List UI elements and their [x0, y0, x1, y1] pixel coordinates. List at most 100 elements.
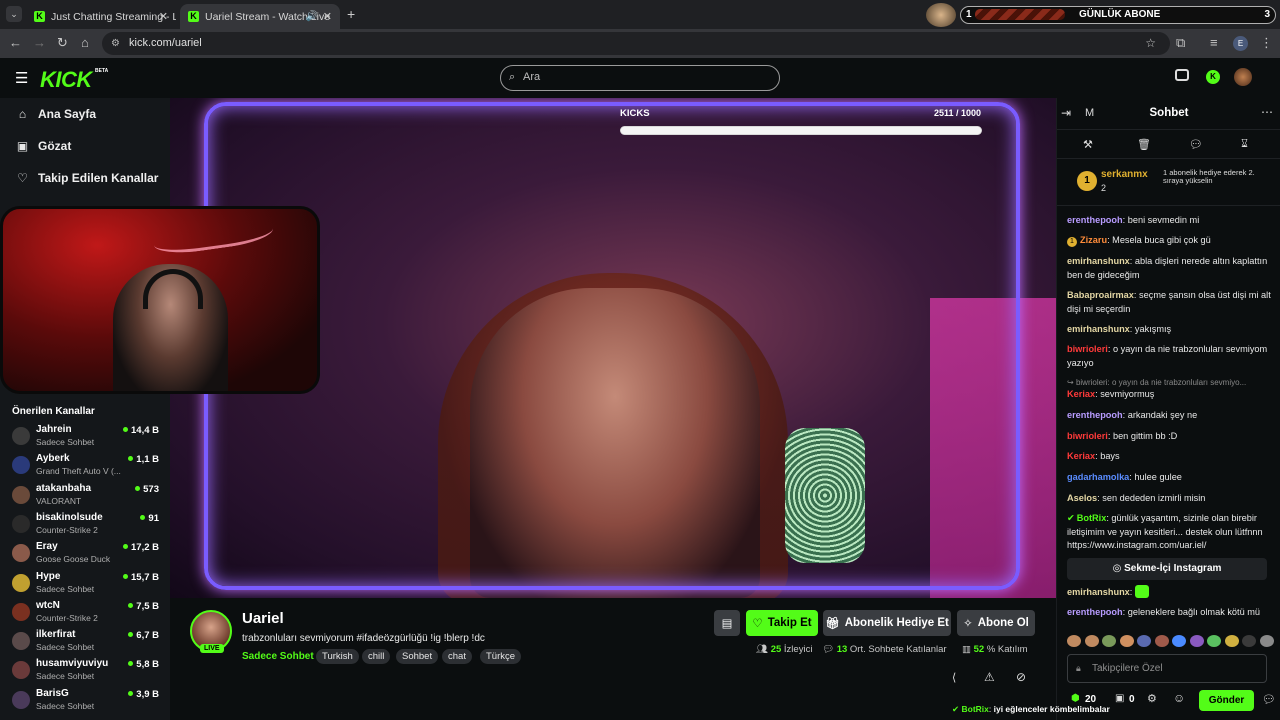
- emote-icon[interactable]: [1154, 635, 1169, 647]
- back-arrow-icon[interactable]: ←: [9, 35, 22, 50]
- chat-username[interactable]: gadarhamolka: [1067, 472, 1129, 482]
- extensions-puzzle-icon[interactable]: ⧉: [1176, 35, 1185, 51]
- hamburger-menu-icon[interactable]: ☰: [15, 69, 28, 87]
- chat-input[interactable]: 🔒︎ Takipçilere Özel: [1067, 654, 1267, 683]
- tab-close-icon[interactable]: ✕: [323, 10, 332, 23]
- chat-username[interactable]: Aselos: [1067, 493, 1097, 503]
- report-icon[interactable]: ⚠: [984, 670, 995, 684]
- chat-username[interactable]: erenthepooh: [1067, 215, 1123, 225]
- chat-username[interactable]: BotRix: [1077, 513, 1107, 523]
- chat-username[interactable]: emirhanshunx: [1067, 324, 1130, 334]
- emote-picker-icon[interactable]: ☺: [1173, 691, 1185, 705]
- emote-icon[interactable]: [1067, 635, 1081, 647]
- recommended-channel[interactable]: ilkerfirat Sadece Sohbet 6,7 B: [10, 628, 170, 657]
- home-icon[interactable]: ⌂: [81, 35, 89, 50]
- emote-icon[interactable]: [1259, 635, 1274, 647]
- channel-name: BarisG: [36, 687, 69, 699]
- gift-sub-button[interactable]: 🎁︎ Abonelik Hediye Et: [823, 610, 951, 636]
- follow-button[interactable]: ♡ Takip Et: [746, 610, 818, 636]
- stream-category[interactable]: Sadece Sohbet: [242, 651, 314, 662]
- drops-icon[interactable]: [1175, 69, 1189, 81]
- reload-icon[interactable]: ↻: [57, 35, 68, 51]
- chat-username[interactable]: erenthepooh: [1067, 410, 1123, 420]
- points-icon: ⬢: [1071, 693, 1080, 704]
- recommended-channel[interactable]: Jahrein Sadece Sohbet 14,4 B: [10, 423, 170, 452]
- tag-chip[interactable]: Turkish: [316, 649, 359, 664]
- recommended-channel[interactable]: husamviyuviyu Sadece Sohbet 5,8 B: [10, 657, 170, 686]
- chat-username[interactable]: erenthepooh: [1067, 607, 1123, 617]
- chat-username[interactable]: biwrioleri: [1067, 344, 1108, 354]
- emote-icon[interactable]: [1172, 635, 1186, 647]
- recommended-channel[interactable]: BarisG Sadece Sohbet 3,9 B: [10, 687, 170, 716]
- sidebar-item-browse[interactable]: ▣ Gözat: [16, 139, 72, 153]
- bot-text: iyi eğlenceler kömbelimbalar: [993, 704, 1110, 714]
- channel-name: husamviyuviyu: [36, 658, 109, 670]
- chat-bubble-icon[interactable]: 💬︎: [1189, 138, 1203, 151]
- emote-icon[interactable]: [1137, 635, 1151, 647]
- emote-icon[interactable]: [1242, 635, 1256, 647]
- trash-icon[interactable]: 🗑︎: [1137, 138, 1151, 151]
- emote-icon[interactable]: [1119, 635, 1134, 647]
- bookmark-star-icon[interactable]: ☆: [1145, 32, 1156, 55]
- mod-hammer-icon[interactable]: ⚒: [1083, 138, 1093, 151]
- chat-username[interactable]: Babaproairmax: [1067, 290, 1134, 300]
- emote-icon[interactable]: [1207, 635, 1221, 647]
- gift-icon[interactable]: ▣: [1115, 693, 1124, 704]
- recommended-channel[interactable]: Hype Sadece Sohbet 15,7 B: [10, 570, 170, 599]
- theater-mode-button[interactable]: ▤: [714, 610, 740, 636]
- subscribe-button[interactable]: ✧ Abone Ol: [957, 610, 1035, 636]
- browser-tab-uariel[interactable]: K Uariel Stream - Watch Live 🔊 ✕: [180, 4, 340, 29]
- emote-icon[interactable]: [1084, 635, 1099, 647]
- emote-icon[interactable]: [1189, 635, 1204, 647]
- tag-chip[interactable]: Sohbet: [396, 649, 439, 664]
- chat-username[interactable]: biwrioleri: [1067, 431, 1108, 441]
- chat-username[interactable]: Keriax: [1067, 389, 1095, 399]
- sidebar-item-home[interactable]: ⌂ Ana Sayfa: [16, 107, 96, 121]
- chat-more-icon[interactable]: ⋯: [1261, 105, 1273, 119]
- chat-bubble-icon[interactable]: 💬︎: [1262, 693, 1276, 706]
- new-tab-plus-icon[interactable]: +: [347, 6, 355, 22]
- chat-username[interactable]: Zizaru: [1080, 235, 1107, 245]
- hourglass-icon[interactable]: ⌛︎: [1241, 138, 1248, 151]
- media-queue-icon[interactable]: ≡: [1210, 35, 1218, 50]
- speaker-icon[interactable]: 🔊: [306, 11, 318, 22]
- emote-icon[interactable]: [1102, 635, 1116, 647]
- webcam-overlay[interactable]: [0, 206, 320, 394]
- kicks-value: 2511 / 1000: [934, 108, 982, 118]
- bot-user: BotRix: [961, 704, 989, 714]
- recommended-channel[interactable]: bisakinolsude Counter-Strike 2 91: [10, 511, 170, 540]
- site-info-icon[interactable]: ⚙: [111, 32, 120, 55]
- clip-off-icon[interactable]: ⊘: [1016, 670, 1026, 684]
- tag-chip[interactable]: Türkçe: [480, 649, 522, 664]
- forward-arrow-icon[interactable]: →: [33, 35, 46, 50]
- recommended-channel[interactable]: Ayberk Grand Theft Auto V (... 1,1 B: [10, 452, 170, 481]
- tag-chip[interactable]: chat: [442, 649, 472, 664]
- kick-coin-icon[interactable]: K: [1206, 70, 1220, 84]
- pinned-user[interactable]: serkanmx: [1101, 169, 1148, 180]
- tag-chip[interactable]: chill: [362, 649, 391, 664]
- chat-username[interactable]: emirhanshunx: [1067, 587, 1130, 597]
- chat-username[interactable]: Keriax: [1067, 451, 1095, 461]
- user-avatar[interactable]: [1234, 68, 1252, 86]
- viewer-count-value: 3,9 B: [136, 688, 159, 700]
- url-field[interactable]: ⚙ kick.com/uariel ☆: [102, 32, 1170, 55]
- search-input[interactable]: ⌕ Ara: [500, 65, 780, 91]
- recommended-channel[interactable]: Eray Goose Goose Duck 17,2 B: [10, 540, 170, 569]
- tab-search-chevron-icon[interactable]: ⌄: [6, 6, 22, 22]
- channel-name[interactable]: Uariel: [242, 610, 284, 627]
- kick-logo[interactable]: KICK: [40, 67, 92, 93]
- recommended-channel[interactable]: wtcN Counter-Strike 2 7,5 B: [10, 599, 170, 628]
- browser-menu-icon[interactable]: ⋮: [1260, 35, 1273, 51]
- chat-username[interactable]: emirhanshunx: [1067, 256, 1130, 266]
- sidebar-item-following[interactable]: ♡ Takip Edilen Kanallar: [16, 171, 158, 185]
- recommended-channel[interactable]: atakanbaha VALORANT 573: [10, 482, 170, 511]
- emote-icon[interactable]: [1224, 635, 1239, 647]
- share-icon[interactable]: ⟨: [952, 671, 956, 684]
- settings-gear-icon[interactable]: ⚙: [1147, 692, 1157, 705]
- profile-avatar[interactable]: E: [1233, 36, 1248, 51]
- browser-tab-just-chatting[interactable]: K Just Chatting Streaming - Live S ✕: [26, 4, 176, 29]
- send-button[interactable]: Gönder: [1199, 690, 1254, 711]
- channel-avatar: [12, 456, 30, 475]
- tab-close-icon[interactable]: ✕: [159, 10, 168, 23]
- instagram-button[interactable]: ◎ Sekme-İçi Instagram: [1067, 558, 1267, 580]
